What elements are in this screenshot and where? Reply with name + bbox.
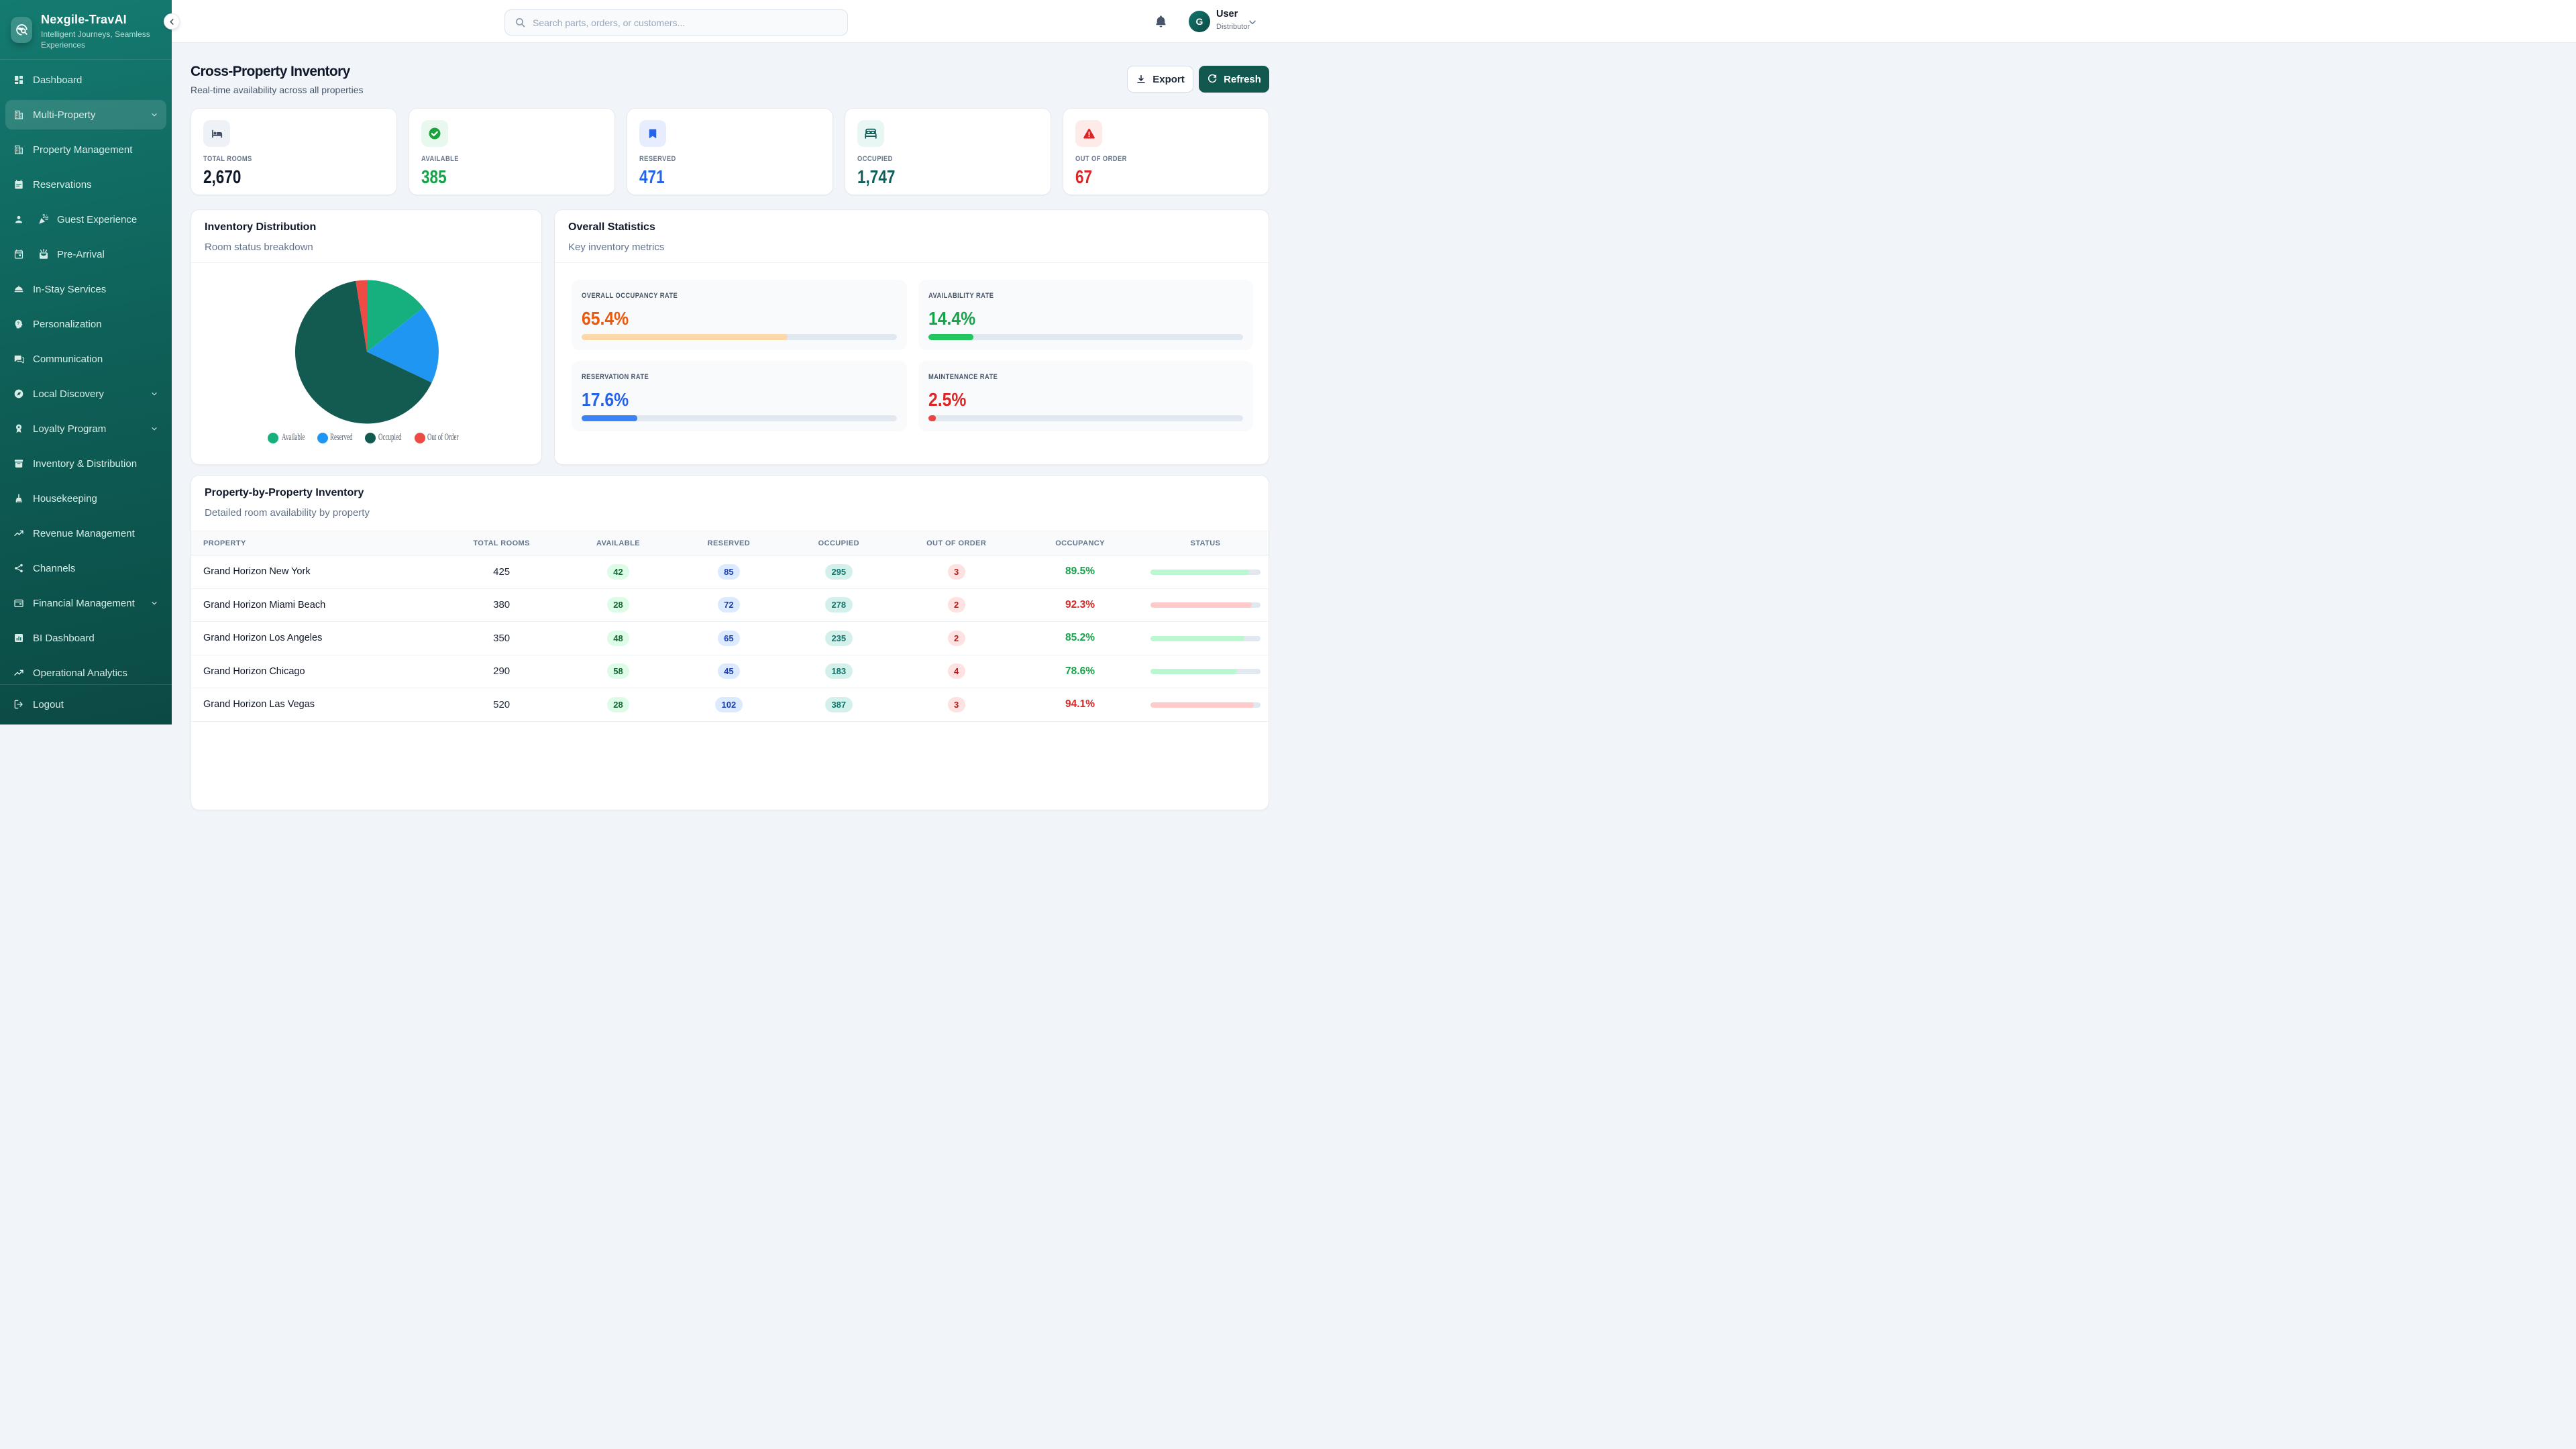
svg-text:?: ? xyxy=(17,322,19,326)
